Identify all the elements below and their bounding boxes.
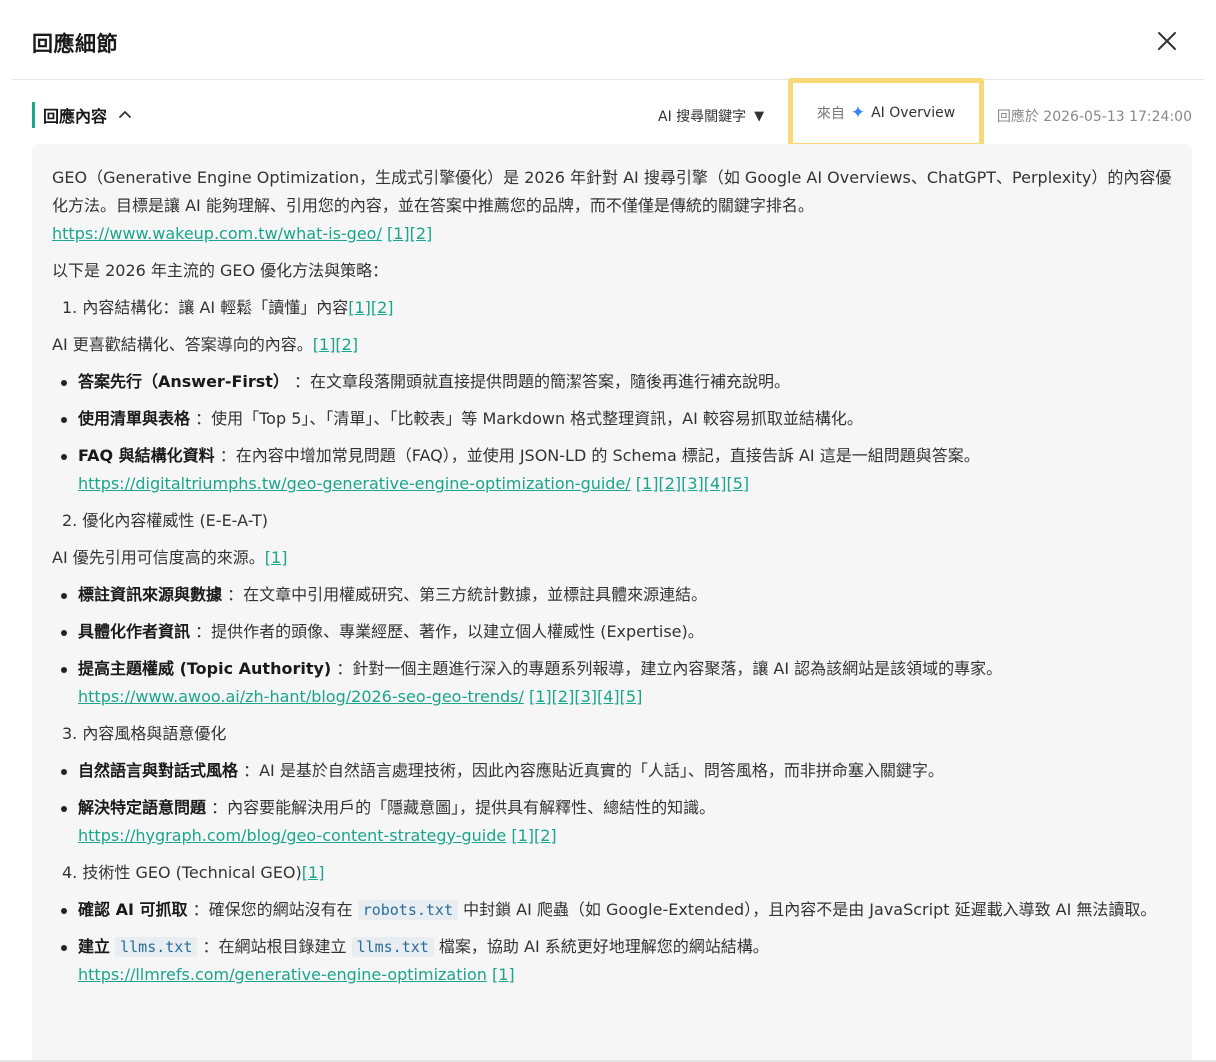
ref-links[interactable]: [1][2] — [511, 826, 556, 845]
section-bar: 回應內容 AI 搜尋關鍵字 ▼ 來自 ✦ AI Overview 回應於 202… — [32, 78, 1192, 148]
caret-down-icon: ▼ — [754, 108, 765, 124]
modal-header: 回應細節 — [12, 0, 1204, 80]
section-2-title: 2. 優化內容權威性 (E-E-A-T) — [62, 511, 269, 530]
ref-links[interactable]: [1] — [302, 863, 325, 882]
list-item: 答案先行（Answer-First） ：在文章段落開頭就直接提供問題的簡潔答案，… — [52, 368, 1172, 396]
reply-timestamp: 回應於 2026-05-13 17:24:00 — [996, 109, 1192, 125]
link-hygraph[interactable]: https://hygraph.com/blog/geo-content-str… — [78, 826, 506, 845]
link-digitaltriumphs[interactable]: https://digitaltriumphs.tw/geo-generativ… — [78, 474, 631, 493]
link-wakeup[interactable]: https://www.wakeup.com.tw/what-is-geo/ — [52, 224, 382, 243]
ref-links[interactable]: [1] — [265, 548, 288, 567]
close-icon[interactable] — [1154, 28, 1180, 54]
list-item: 使用清單與表格 ：使用「Top 5」、「清單」、「比較表」等 Markdown … — [52, 405, 1172, 433]
section-1-title: 1. 內容結構化：讓 AI 輕鬆「讀懂」內容[1][2] — [62, 298, 394, 317]
list-item: 解決特定語意問題 ：內容要能解決用戶的「隱藏意圖」，提供具有解釋性、總結性的知識… — [52, 794, 1172, 850]
ref-links[interactable]: [1] — [492, 965, 515, 984]
list-item: 自然語言與對話式風格 ：AI 是基於自然語言處理技術，因此內容應貼近真實的「人話… — [52, 757, 1172, 785]
response-detail-modal: 回應細節 回應內容 AI 搜尋關鍵字 ▼ 來自 ✦ AI Overview 回應… — [0, 0, 1216, 1062]
ai-keyword-label: AI 搜尋關鍵字 — [658, 109, 747, 125]
section-2-desc: AI 優先引用可信度高的來源。[1] — [52, 548, 288, 567]
ref-links[interactable]: [1][2][3][4][5] — [529, 687, 642, 706]
ref-links[interactable]: [1][2] — [348, 298, 393, 317]
link-awoo[interactable]: https://www.awoo.ai/zh-hant/blog/2026-se… — [78, 687, 524, 706]
lead-paragraph: 以下是 2026 年主流的 GEO 優化方法與策略： — [52, 261, 389, 280]
list-item: 標註資訊來源與數據 ：在文章中引用權威研究、第三方統計數據，並標註具體來源連結。 — [52, 581, 1172, 609]
ref-links[interactable]: [1][2] — [387, 224, 432, 243]
intro-paragraph: GEO（Generative Engine Optimization，生成式引擎… — [52, 168, 1172, 243]
inline-code: llms.txt — [351, 937, 434, 957]
source-name: AI Overview — [871, 105, 956, 121]
list-item: 具體化作者資訊 ：提供作者的頭像、專業經歷、著作，以建立個人權威性 (Exper… — [52, 618, 1172, 646]
list-item: 確認 AI 可抓取 ：確保您的網站沒有在 robots.txt 中封鎖 AI 爬… — [52, 896, 1172, 924]
ref-links[interactable]: [1][2][3][4][5] — [636, 474, 749, 493]
source-from-label: 來自 — [816, 106, 845, 122]
sparkle-icon: ✦ — [850, 102, 866, 123]
chevron-up-icon — [117, 107, 133, 123]
section-4-title: 4. 技術性 GEO (Technical GEO)[1] — [62, 863, 325, 882]
list-item: FAQ 與結構化資料 ：在內容中增加常見問題（FAQ），並使用 JSON-LD … — [52, 442, 1172, 498]
link-llmrefs[interactable]: https://llmrefs.com/generative-engine-op… — [78, 965, 487, 984]
section-title: 回應內容 — [43, 107, 108, 126]
section-toggle[interactable]: 回應內容 — [32, 102, 133, 128]
inline-code: llms.txt — [115, 937, 198, 957]
section-3-title: 3. 內容風格與語意優化 — [62, 724, 227, 743]
ai-keyword-dropdown[interactable]: AI 搜尋關鍵字 ▼ — [658, 104, 764, 128]
list-item: 建立 llms.txt ：在網站根目錄建立 llms.txt 檔案，協助 AI … — [52, 933, 1172, 989]
source-badge: 來自 ✦ AI Overview — [788, 78, 984, 148]
response-content: GEO（Generative Engine Optimization，生成式引擎… — [32, 144, 1192, 1062]
section-1-desc: AI 更喜歡結構化、答案導向的內容。[1][2] — [52, 335, 359, 354]
ref-links[interactable]: [1][2] — [313, 335, 358, 354]
list-item: 提高主題權威 (Topic Authority) ：針對一個主題進行深入的專題系… — [52, 655, 1172, 711]
modal-title: 回應細節 — [32, 32, 118, 56]
inline-code: robots.txt — [357, 900, 458, 920]
